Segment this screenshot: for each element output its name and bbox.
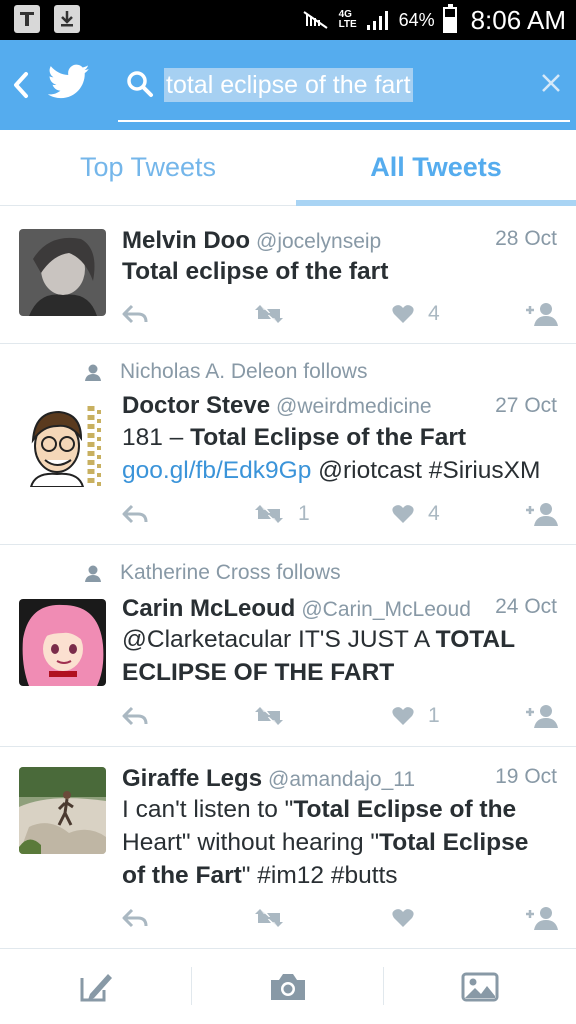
- like-button[interactable]: [392, 903, 428, 933]
- tweet-text: @Clarketacular IT'S JUST A TOTAL ECLIPSE…: [122, 626, 515, 686]
- tweet-date: 27 Oct: [495, 394, 557, 417]
- tweet[interactable]: Giraffe Legs @amandajo_11 19 Oct I can't …: [0, 747, 576, 948]
- retweet-count: 1: [298, 502, 310, 525]
- tab-top-tweets[interactable]: Top Tweets: [0, 130, 296, 206]
- retweet-icon: [255, 707, 283, 725]
- tweet-actions: [122, 903, 566, 933]
- social-context-text: Nicholas A. Deleon follows: [120, 360, 368, 383]
- tweet-author-handle[interactable]: @jocelynseip: [256, 230, 381, 253]
- twitter-bird-icon[interactable]: [48, 64, 90, 100]
- tweet-date: 19 Oct: [495, 765, 557, 788]
- tweet-actions: 4: [122, 299, 566, 329]
- compose-button[interactable]: [0, 949, 192, 1024]
- retweet-icon: [255, 305, 283, 323]
- tweet-date: 28 Oct: [495, 227, 557, 250]
- tweet-text: Total eclipse of the fart: [122, 258, 389, 285]
- heart-icon: [392, 707, 414, 725]
- follow-button[interactable]: [524, 499, 558, 529]
- tab-all-tweets[interactable]: All Tweets: [296, 130, 576, 206]
- battery-icon: [442, 4, 457, 33]
- tweet[interactable]: Katherine Cross follows Carin McLeoud @Ca…: [0, 545, 576, 747]
- like-count: 4: [428, 502, 440, 525]
- reply-button[interactable]: [122, 701, 148, 731]
- avatar[interactable]: [19, 229, 106, 316]
- tweet-author-name[interactable]: Carin McLeoud: [122, 595, 295, 622]
- tweet-author-name[interactable]: Doctor Steve: [122, 392, 270, 419]
- network-type: 4G LTE: [338, 9, 357, 30]
- camera-button[interactable]: [192, 949, 384, 1024]
- carrier-notification-icon: [14, 5, 40, 33]
- tweet[interactable]: Melvin Doo @jocelynseip 28 Oct Total ecli…: [0, 207, 576, 344]
- follow-icon: [526, 705, 558, 728]
- active-tab-indicator: [296, 200, 576, 206]
- retweet-button[interactable]: [254, 701, 298, 731]
- retweet-icon: [255, 505, 283, 523]
- tweet-author-handle[interactable]: @weirdmedicine: [276, 395, 432, 418]
- reply-icon: [122, 706, 148, 726]
- social-context: Katherine Cross follows: [84, 561, 341, 585]
- tweet-author-name[interactable]: Melvin Doo: [122, 227, 250, 254]
- search-field[interactable]: total eclipse of the fart: [118, 60, 570, 122]
- search-input[interactable]: total eclipse of the fart: [164, 68, 413, 102]
- reply-icon: [122, 304, 148, 324]
- avatar[interactable]: [19, 599, 106, 686]
- camera-icon: [271, 974, 305, 1000]
- reply-icon: [122, 908, 148, 928]
- retweet-button[interactable]: [254, 903, 298, 933]
- battery-percent: 64%: [398, 9, 435, 30]
- search-icon: [127, 71, 153, 97]
- reply-button[interactable]: [122, 903, 148, 933]
- like-count: 4: [428, 302, 440, 325]
- clock: 8:06 AM: [470, 4, 566, 35]
- heart-icon: [392, 305, 414, 323]
- tweet-author-handle[interactable]: @amandajo_11: [268, 768, 415, 791]
- like-count: 1: [428, 704, 440, 727]
- search-header: total eclipse of the fart: [0, 40, 576, 130]
- follow-icon: [526, 503, 558, 526]
- like-button[interactable]: 4: [392, 499, 440, 529]
- download-notification-icon: [54, 5, 80, 33]
- tweet[interactable]: Nicholas A. Deleon follows Doctor Steve @…: [0, 344, 576, 545]
- tweet-date: 24 Oct: [495, 595, 557, 618]
- retweet-button[interactable]: 1: [254, 499, 310, 529]
- tweet-author-handle[interactable]: @Carin_McLeoud: [301, 598, 471, 621]
- tweet-actions: 1 4: [122, 499, 566, 529]
- back-icon[interactable]: [10, 68, 32, 102]
- avatar[interactable]: [19, 767, 106, 854]
- tweet-author-name[interactable]: Giraffe Legs: [122, 765, 262, 792]
- status-bar: 4G LTE 64% 8:06 AM: [0, 0, 576, 40]
- follow-icon: [526, 303, 558, 326]
- retweet-icon: [255, 909, 283, 927]
- tweet-link[interactable]: goo.gl/fb/Edk9Gp: [122, 457, 311, 484]
- avatar[interactable]: [19, 400, 106, 487]
- person-icon: [85, 364, 101, 381]
- compose-icon: [80, 974, 112, 1002]
- follow-icon: [526, 907, 558, 930]
- tab-bar: Top Tweets All Tweets: [0, 130, 576, 206]
- nfc-icon: [302, 11, 328, 29]
- tweet-text: 181 – Total Eclipse of the Fart goo.gl/f…: [122, 424, 541, 484]
- heart-icon: [392, 505, 414, 523]
- tweet-text: I can't listen to "Total Eclipse of the H…: [122, 796, 529, 889]
- reply-button[interactable]: [122, 499, 148, 529]
- person-icon: [85, 565, 101, 582]
- photo-icon: [461, 972, 499, 1002]
- follow-button[interactable]: [524, 299, 558, 329]
- social-context: Nicholas A. Deleon follows: [84, 360, 367, 384]
- follow-button[interactable]: [524, 903, 558, 933]
- search-query: total eclipse of the fart: [166, 71, 411, 99]
- bottom-toolbar: [0, 948, 576, 1024]
- retweet-button[interactable]: [254, 299, 298, 329]
- signal-icon: [366, 11, 388, 30]
- heart-icon: [392, 909, 414, 927]
- reply-icon: [122, 504, 148, 524]
- photo-button[interactable]: [384, 949, 576, 1024]
- tweet-actions: 1: [122, 701, 566, 731]
- reply-button[interactable]: [122, 299, 148, 329]
- follow-button[interactable]: [524, 701, 558, 731]
- clear-icon[interactable]: [536, 68, 566, 98]
- like-button[interactable]: 1: [392, 701, 440, 731]
- social-context-text: Katherine Cross follows: [120, 561, 341, 584]
- like-button[interactable]: 4: [392, 299, 440, 329]
